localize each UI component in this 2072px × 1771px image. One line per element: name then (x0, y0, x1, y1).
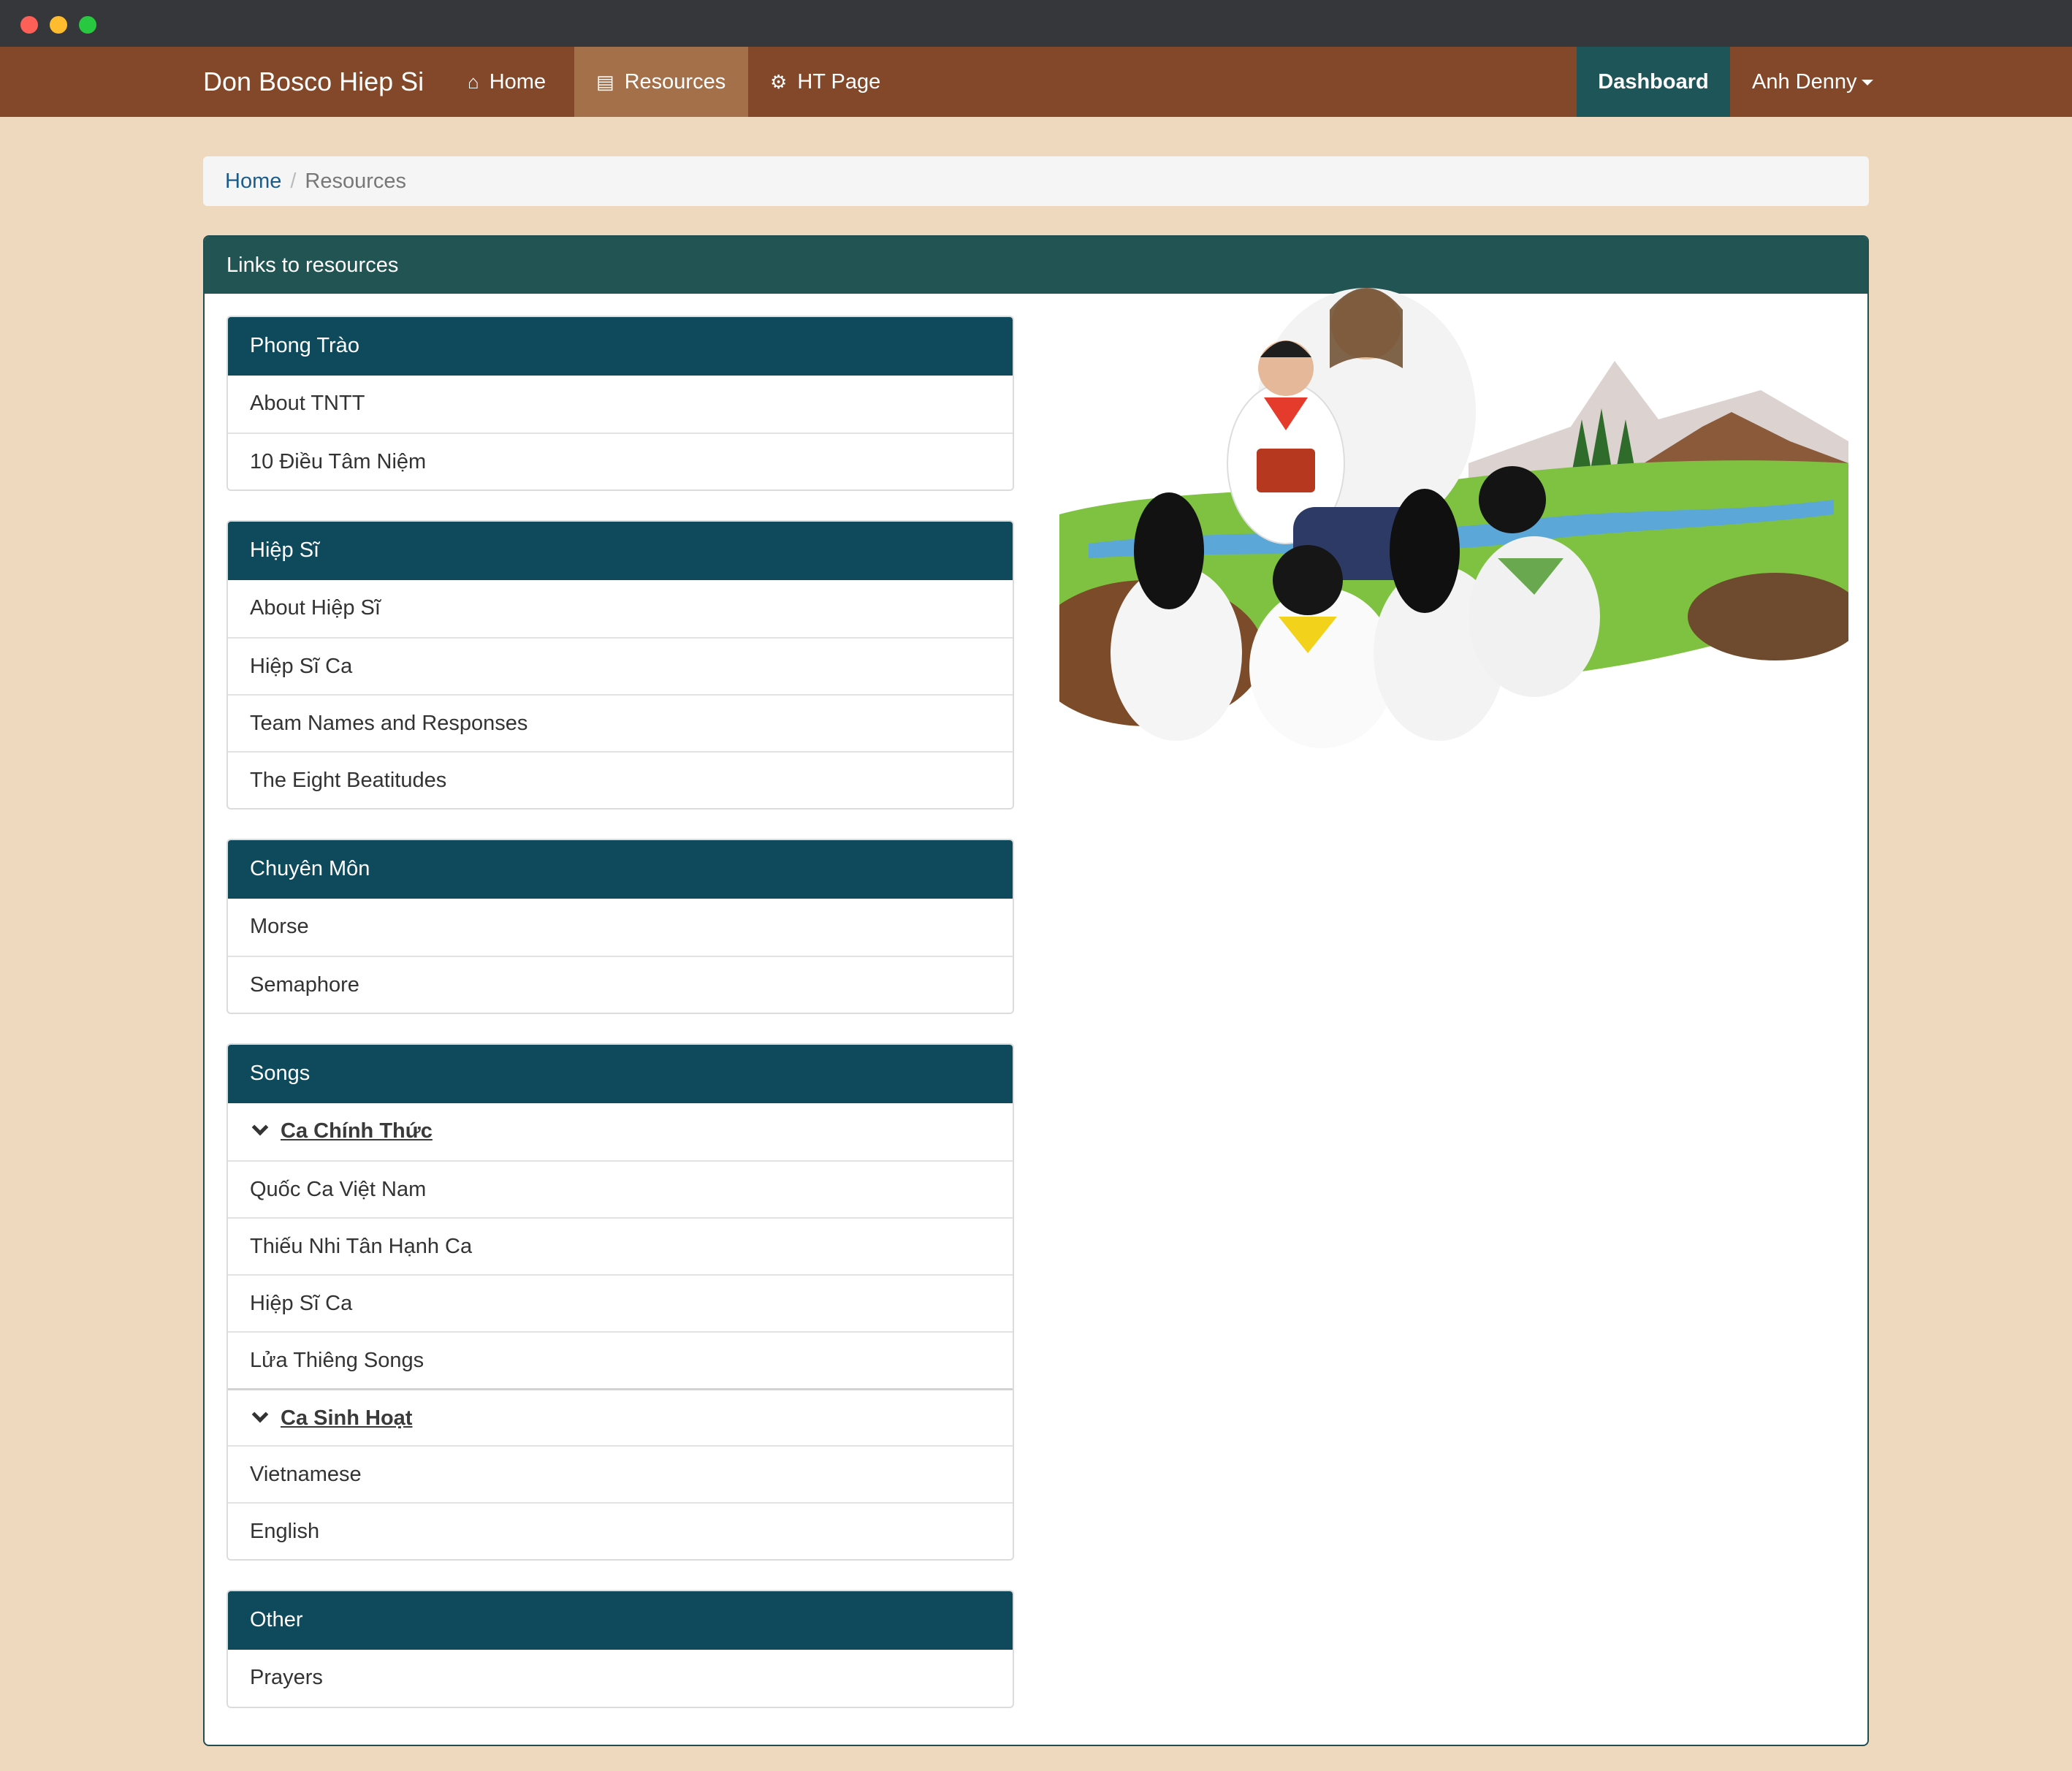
nav-home[interactable]: ⌂ Home (446, 47, 568, 117)
resource-link[interactable]: About TNTT (228, 376, 1013, 433)
navbar: Don Bosco Hiep Si ⌂ Home ▤ Resources ⚙ HT P… (0, 47, 2072, 117)
section-phong-trao: Phong Trào About TNTT 10 Điều Tâm Niệm (226, 316, 1014, 491)
breadcrumb-home-link[interactable]: Home (225, 170, 281, 193)
section-chuyen-mon: Chuyên Môn Morse Semaphore (226, 839, 1014, 1014)
dashboard-button[interactable]: Dashboard (1577, 47, 1730, 117)
nav-resources-label: Resources (624, 70, 726, 94)
resource-link[interactable]: About Hiệp Sĩ (228, 580, 1013, 637)
caret-down-icon (1861, 80, 1873, 86)
resource-link[interactable]: English (228, 1502, 1013, 1559)
illustration-image (1059, 288, 1848, 748)
nav-ht-page[interactable]: ⚙ HT Page (748, 47, 902, 117)
window-titlebar (0, 0, 2072, 47)
resource-link[interactable]: Quốc Ca Việt Nam (228, 1160, 1013, 1217)
section-title: Other (228, 1591, 1013, 1650)
nav-ht-page-label: HT Page (797, 70, 881, 94)
section-hiep-si: Hiệp Sĩ About Hiệp Sĩ Hiệp Sĩ Ca Team Na… (226, 520, 1014, 810)
resource-link[interactable]: Hiệp Sĩ Ca (228, 637, 1013, 694)
child-hair (1134, 492, 1204, 609)
breadcrumb: Home / Resources (203, 156, 1869, 206)
section-songs: Songs Ca Chính Thức Quốc Ca Việt Nam Thi… (226, 1043, 1014, 1561)
resource-link[interactable]: Hiệp Sĩ Ca (228, 1274, 1013, 1331)
section-title: Hiệp Sĩ (228, 522, 1013, 580)
brand-link[interactable]: Don Bosco Hiep Si (203, 47, 424, 117)
resource-link[interactable]: Morse (228, 899, 1013, 956)
book-icon: ▤ (596, 71, 614, 93)
book-shape (1257, 449, 1315, 492)
chevron-down-icon (251, 1119, 269, 1136)
breadcrumb-current: Resources (305, 170, 407, 193)
child-hair (1273, 545, 1343, 615)
user-menu[interactable]: Anh Denny (1730, 47, 1895, 117)
resource-link[interactable]: Team Names and Responses (228, 694, 1013, 751)
section-other: Other Prayers (226, 1590, 1014, 1708)
section-title: Chuyên Môn (228, 840, 1013, 899)
group-label: Ca Sinh Hoạt (281, 1406, 413, 1430)
resources-panel: Links to resources Phong Trào About TNTT… (203, 235, 1869, 1746)
resource-link[interactable]: Lửa Thiêng Songs (228, 1331, 1013, 1388)
resource-link[interactable]: Semaphore (228, 956, 1013, 1013)
section-title: Songs (228, 1045, 1013, 1103)
resource-link[interactable]: Prayers (228, 1650, 1013, 1707)
close-window-button[interactable] (20, 16, 38, 34)
nav-home-label: Home (489, 70, 546, 94)
resource-link[interactable]: 10 Điều Tâm Niệm (228, 433, 1013, 490)
resource-link[interactable]: Thiếu Nhi Tân Hạnh Ca (228, 1217, 1013, 1274)
maximize-window-button[interactable] (79, 16, 96, 34)
chevron-down-icon (251, 1406, 269, 1423)
breadcrumb-separator: / (290, 170, 297, 193)
home-icon: ⌂ (468, 71, 479, 93)
gears-icon: ⚙ (770, 71, 788, 93)
collapse-toggle-ca-chinh-thuc[interactable]: Ca Chính Thức (228, 1103, 1013, 1160)
collapse-toggle-ca-sinh-hoat[interactable]: Ca Sinh Hoạt (228, 1388, 1013, 1445)
child-hair (1479, 466, 1546, 533)
resource-link[interactable]: The Eight Beatitudes (228, 751, 1013, 808)
group-label: Ca Chính Thức (281, 1119, 433, 1143)
resource-link[interactable]: Vietnamese (228, 1445, 1013, 1502)
nav-resources[interactable]: ▤ Resources (574, 47, 748, 117)
child-hair (1390, 489, 1460, 613)
resource-sections: Phong Trào About TNTT 10 Điều Tâm Niệm H… (226, 316, 1014, 1737)
figure-hair (1330, 288, 1403, 368)
user-menu-label: Anh Denny (1752, 70, 1857, 94)
minimize-window-button[interactable] (50, 16, 67, 34)
section-title: Phong Trào (228, 317, 1013, 376)
